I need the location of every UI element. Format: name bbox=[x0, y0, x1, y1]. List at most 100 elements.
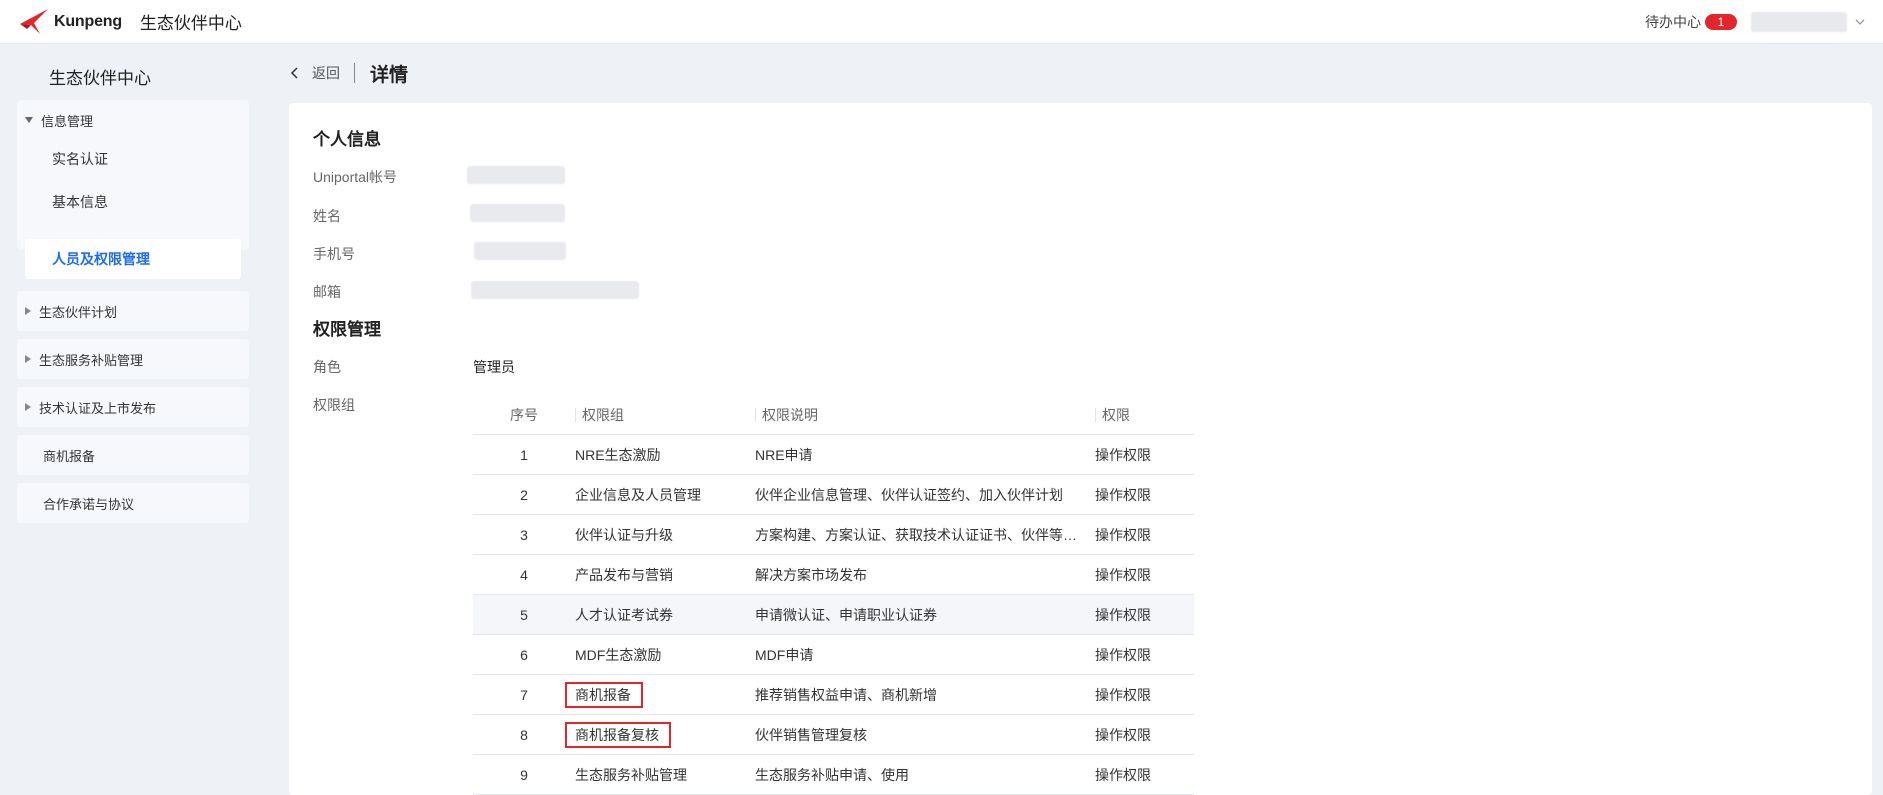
app-title: 生态伙伴中心 bbox=[139, 14, 242, 33]
sidebar-group-label: 生态伙伴计划 bbox=[39, 304, 118, 320]
top-bar: Kunpeng 生态伙伴中心 待办中心 1 bbox=[0, 0, 1883, 44]
sidebar-group-info-management: 信息管理 实名认证 基本信息 bbox=[17, 100, 249, 250]
sidebar-group-label: 生态服务补贴管理 bbox=[39, 352, 144, 368]
personal-info-title: 个人信息 bbox=[313, 130, 381, 149]
page-header: 返回 详情 bbox=[290, 60, 408, 86]
cell-no: 7 bbox=[520, 686, 528, 703]
uniportal-account-label: Uniportal帐号 bbox=[313, 169, 398, 185]
cell-desc: 解决方案市场发布 bbox=[755, 566, 867, 583]
cell-no: 3 bbox=[520, 526, 528, 543]
cell-permission: 操作权限 bbox=[1095, 606, 1151, 623]
sidebar-item-basic-info[interactable]: 基本信息 bbox=[17, 178, 249, 226]
sidebar: 生态伙伴中心 信息管理 实名认证 基本信息 人员及权限管理 生态伙伴计划 生态服… bbox=[0, 44, 265, 795]
sidebar-group-head-subsidy-management[interactable]: 生态服务补贴管理 bbox=[17, 339, 249, 379]
todo-center-link[interactable]: 待办中心 bbox=[1645, 12, 1701, 32]
cell-group: 生态服务补贴管理 bbox=[575, 766, 687, 783]
col-header-group: 权限组 bbox=[575, 407, 755, 422]
highlighted-group-name: 商机报备 bbox=[565, 681, 643, 708]
back-link[interactable]: 返回 bbox=[312, 63, 340, 83]
user-name-redacted[interactable] bbox=[1751, 12, 1847, 32]
cell-desc: MDF申请 bbox=[755, 646, 814, 663]
sidebar-item-real-name-auth[interactable]: 实名认证 bbox=[17, 140, 249, 178]
cell-desc: 申请微认证、申请职业认证券 bbox=[755, 606, 937, 623]
cell-permission: 操作权限 bbox=[1095, 766, 1151, 783]
permission-table: 序号 权限组 权限说明 权限 1 NRE生态激励 NRE申请 操作权限 2 企业… bbox=[473, 395, 1194, 795]
chevron-down-icon[interactable] bbox=[1855, 17, 1865, 27]
table-row: 1 NRE生态激励 NRE申请 操作权限 bbox=[473, 435, 1194, 475]
cell-desc: 方案构建、方案认证、获取技术认证证书、伙伴等级升级 bbox=[755, 526, 1095, 543]
table-row: 6 MDF生态激励 MDF申请 操作权限 bbox=[473, 635, 1194, 675]
email-value-redacted bbox=[471, 281, 639, 299]
sidebar-item-label: 实名认证 bbox=[52, 151, 108, 167]
caret-right-icon bbox=[25, 355, 31, 363]
sidebar-group-head-tech-certification[interactable]: 技术认证及上市发布 bbox=[17, 387, 249, 427]
col-header-permission: 权限 bbox=[1095, 407, 1194, 422]
cell-no: 2 bbox=[520, 486, 528, 503]
kunpeng-bird-icon bbox=[20, 8, 48, 34]
caret-down-icon bbox=[25, 117, 33, 123]
cell-no: 5 bbox=[520, 606, 528, 623]
phone-value-redacted bbox=[474, 242, 566, 260]
caret-right-icon bbox=[25, 307, 31, 315]
chevron-left-icon[interactable] bbox=[290, 66, 300, 80]
cell-desc: 推荐销售权益申请、商机新增 bbox=[755, 686, 937, 703]
sidebar-group-head-opportunity[interactable]: 商机报备 bbox=[17, 435, 249, 475]
col-header-desc: 权限说明 bbox=[755, 407, 1095, 422]
cell-no: 1 bbox=[520, 446, 528, 463]
sidebar-group-label: 信息管理 bbox=[41, 113, 94, 129]
cell-no: 9 bbox=[520, 766, 528, 783]
sidebar-group-head-agreement[interactable]: 合作承诺与协议 bbox=[17, 483, 249, 523]
cell-desc: 伙伴销售管理复核 bbox=[755, 726, 867, 743]
cell-group: 产品发布与营销 bbox=[575, 566, 673, 583]
cell-group: 企业信息及人员管理 bbox=[575, 486, 701, 503]
permission-group-label: 权限组 bbox=[313, 397, 355, 413]
sidebar-group-label: 技术认证及上市发布 bbox=[39, 400, 157, 416]
divider bbox=[354, 63, 355, 83]
cell-permission: 操作权限 bbox=[1095, 646, 1151, 663]
todo-count-badge: 1 bbox=[1705, 14, 1737, 30]
logo-text: Kunpeng bbox=[54, 12, 122, 30]
kunpeng-logo[interactable]: Kunpeng bbox=[18, 7, 122, 37]
sidebar-group-head-info-management[interactable]: 信息管理 bbox=[17, 100, 249, 140]
cell-group: NRE生态激励 bbox=[575, 446, 661, 463]
sidebar-group-tech-certification[interactable]: 技术认证及上市发布 bbox=[17, 387, 249, 427]
cell-group: 商机报备复核 bbox=[565, 721, 755, 748]
cell-permission: 操作权限 bbox=[1095, 486, 1151, 503]
table-row: 8 商机报备复核 伙伴销售管理复核 操作权限 bbox=[473, 715, 1194, 755]
table-row: 4 产品发布与营销 解决方案市场发布 操作权限 bbox=[473, 555, 1194, 595]
sidebar-item-opportunity-registration[interactable]: 商机报备 bbox=[17, 435, 249, 475]
sidebar-item-personnel-permissions[interactable]: 人员及权限管理 bbox=[25, 239, 241, 279]
sidebar-item-label: 基本信息 bbox=[52, 194, 108, 210]
role-value: 管理员 bbox=[473, 359, 515, 375]
sidebar-group-label: 合作承诺与协议 bbox=[43, 496, 135, 512]
cell-no: 4 bbox=[520, 566, 528, 583]
name-label: 姓名 bbox=[313, 208, 341, 224]
cell-group: MDF生态激励 bbox=[575, 646, 662, 663]
cell-permission: 操作权限 bbox=[1095, 726, 1151, 743]
sidebar-group-head-partner-program[interactable]: 生态伙伴计划 bbox=[17, 291, 249, 331]
sidebar-group-subsidy-management[interactable]: 生态服务补贴管理 bbox=[17, 339, 249, 379]
email-label: 邮箱 bbox=[313, 284, 341, 300]
col-header-no: 序号 bbox=[510, 406, 538, 423]
table-row: 7 商机报备 推荐销售权益申请、商机新增 操作权限 bbox=[473, 675, 1194, 715]
phone-label: 手机号 bbox=[313, 246, 355, 262]
cell-no: 6 bbox=[520, 646, 528, 663]
table-row: 3 伙伴认证与升级 方案构建、方案认证、获取技术认证证书、伙伴等级升级 操作权限 bbox=[473, 515, 1194, 555]
table-row-hovered: 5 人才认证考试券 申请微认证、申请职业认证券 操作权限 bbox=[473, 595, 1194, 635]
page-title: 详情 bbox=[370, 64, 409, 86]
uniportal-account-value-redacted bbox=[467, 166, 565, 184]
detail-card: 个人信息 Uniportal帐号 姓名 手机号 邮箱 权限管理 角色 管理员 权… bbox=[289, 103, 1872, 795]
table-header-row: 序号 权限组 权限说明 权限 bbox=[473, 395, 1194, 435]
sidebar-title: 生态伙伴中心 bbox=[49, 69, 151, 88]
sidebar-group-partner-program[interactable]: 生态伙伴计划 bbox=[17, 291, 249, 331]
cell-group: 人才认证考试券 bbox=[575, 606, 673, 623]
table-row: 2 企业信息及人员管理 伙伴企业信息管理、伙伴认证签约、加入伙伴计划 操作权限 bbox=[473, 475, 1194, 515]
table-row: 9 生态服务补贴管理 生态服务补贴申请、使用 操作权限 bbox=[473, 755, 1194, 795]
cell-permission: 操作权限 bbox=[1095, 526, 1151, 543]
cell-desc: NRE申请 bbox=[755, 446, 813, 463]
name-value-redacted bbox=[470, 204, 565, 222]
sidebar-item-cooperation-agreement[interactable]: 合作承诺与协议 bbox=[17, 483, 249, 523]
cell-no: 8 bbox=[520, 726, 528, 743]
sidebar-item-label: 人员及权限管理 bbox=[52, 251, 150, 267]
caret-right-icon bbox=[25, 403, 31, 411]
